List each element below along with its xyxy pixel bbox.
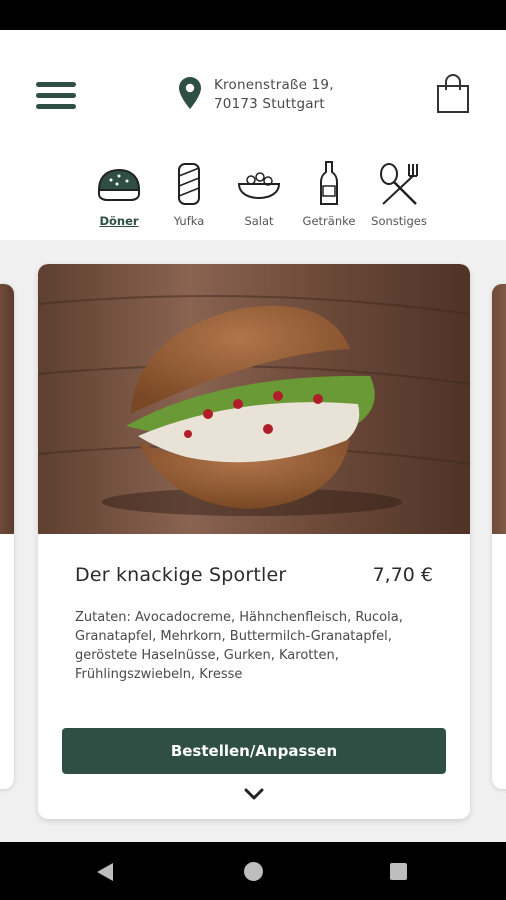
fork-knife-icon: [380, 163, 418, 205]
product-description: Zutaten: Avocadocreme, Hähnchenfleisch, …: [75, 610, 403, 682]
previous-product-card[interactable]: [0, 284, 14, 789]
chevron-down-icon[interactable]: [240, 784, 268, 804]
next-product-card[interactable]: [492, 284, 506, 789]
salad-bowl-icon: [237, 172, 281, 200]
product-name: Der knackige Sportler: [75, 564, 287, 586]
map-pin-icon: [179, 77, 201, 109]
tab-label: Getränke: [302, 214, 356, 228]
recent-apps-icon[interactable]: [390, 863, 407, 880]
tab-label: Sonstiges: [371, 214, 427, 228]
status-bar: [0, 0, 506, 30]
shopping-bag-icon[interactable]: [436, 74, 470, 114]
product-price: 7,70 €: [372, 564, 433, 586]
tab-label: Salat: [244, 214, 274, 228]
product-carousel[interactable]: Der knackige Sportler 7,70 € Zutaten: Av…: [0, 240, 506, 842]
delivery-address: Kronenstraße 19, 70173 Stuttgart: [214, 76, 334, 114]
tab-doner[interactable]: Döner: [88, 160, 150, 228]
tab-label: Yufka: [173, 214, 205, 228]
hamburger-menu-icon[interactable]: [36, 80, 76, 112]
category-tabs: Döner Yufka Salat Getränke Sonstiges: [88, 160, 430, 228]
home-icon[interactable]: [244, 862, 263, 881]
android-navigation-bar: [0, 842, 506, 900]
doner-bread-icon: [97, 168, 141, 201]
tab-sonstiges[interactable]: Sonstiges: [368, 160, 430, 228]
tab-label: Döner: [99, 214, 139, 228]
order-customize-button[interactable]: Bestellen/Anpassen: [62, 728, 446, 774]
product-card: Der knackige Sportler 7,70 € Zutaten: Av…: [38, 264, 470, 819]
location-selector[interactable]: Kronenstraße 19, 70173 Stuttgart: [178, 76, 334, 114]
bottle-icon: [320, 161, 338, 205]
back-icon[interactable]: [96, 862, 114, 882]
tab-yufka[interactable]: Yufka: [158, 160, 220, 228]
address-line-1: Kronenstraße 19,: [214, 77, 334, 93]
tab-getraenke[interactable]: Getränke: [298, 160, 360, 228]
address-line-2: 70173 Stuttgart: [214, 96, 325, 112]
app-header: Kronenstraße 19, 70173 Stuttgart Döner Y…: [0, 30, 506, 240]
wrap-icon: [178, 163, 200, 205]
product-image: [38, 264, 470, 534]
tab-salat[interactable]: Salat: [228, 160, 290, 228]
